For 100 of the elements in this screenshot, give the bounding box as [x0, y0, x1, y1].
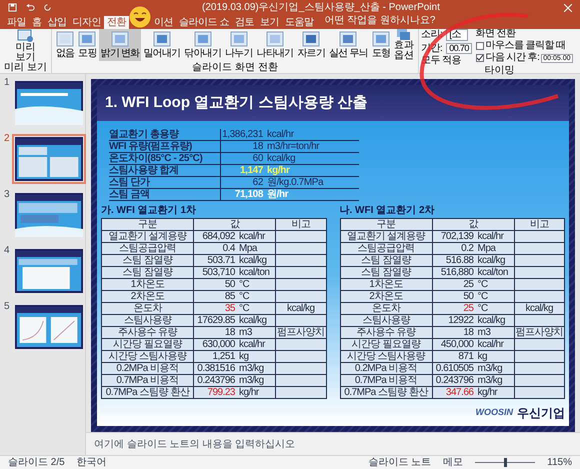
slide-counter: 슬라이드 2/5 [8, 458, 65, 468]
slide-thumbnail[interactable] [12, 134, 86, 184]
table-cell: 스팀공급압력 [102, 242, 194, 254]
transition-item[interactable]: 없음 [54, 29, 76, 61]
transition-item[interactable]: 모핑 [76, 29, 99, 61]
summary-value: 18 [252, 142, 263, 152]
summary-unit: 원/kg.0.7MPa [267, 178, 324, 188]
table-cell: 시간당 필요열량 [102, 338, 194, 350]
summary-label: 스팀 단가 [109, 178, 150, 188]
slide-number: 3 [4, 190, 10, 202]
transition-item[interactable]: 나누기 [223, 29, 255, 61]
table-cell: 펌프사양치 [276, 326, 326, 338]
notes-pane[interactable]: 여기에 슬라이드 노트의 내용을 입력하십시오 [86, 432, 580, 455]
column-header: 구분 [340, 218, 432, 230]
table-unit: °C [239, 304, 250, 314]
table-value: 50 [462, 292, 474, 302]
transition-item[interactable]: 자르기 [295, 29, 328, 61]
table-unit: Mpa [239, 244, 257, 254]
table-value: 12922 [447, 316, 474, 326]
transition-preview-icon [339, 31, 358, 47]
window-title: (2019.03.09)우신기업_스팀사용량_산출 - PowerPoint [202, 2, 440, 12]
column-header: 값 [194, 218, 276, 230]
undo-icon[interactable] [25, 3, 35, 12]
transition-item[interactable]: 실선 무늬 [327, 29, 370, 61]
effect-options-button[interactable]: 효과 옵션 [392, 29, 416, 61]
ribbon-tab[interactable]: 이션 [151, 16, 176, 29]
transition-item[interactable]: 도형 [370, 29, 392, 61]
notes-button[interactable]: 슬라이드 노트 [368, 458, 432, 468]
table-value: 347.66 [444, 388, 474, 398]
table-cell: 0.7MPa 스팀량 환산 [340, 386, 432, 398]
table-value: 0.381516 [196, 364, 235, 374]
redo-icon[interactable] [43, 3, 52, 12]
table-unit: m3/kg [478, 364, 502, 374]
ribbon-tab[interactable]: 전환 [104, 16, 129, 29]
sound-dropdown[interactable]: [소 [446, 29, 468, 41]
table-value: 0.610505 [434, 364, 474, 374]
table-value: 25 [462, 304, 474, 314]
table-unit: m3/kg [239, 364, 264, 374]
ribbon-tab[interactable]: 파일 [4, 16, 29, 29]
ribbon-tab[interactable]: 슬라이드 쇼 [176, 16, 232, 29]
column-header: 비고 [276, 218, 326, 230]
column-header: 비고 [514, 218, 564, 230]
checkbox[interactable] [476, 54, 484, 62]
duration-field[interactable]: 00.70 [446, 43, 472, 54]
transition-preview-icon [194, 31, 212, 47]
checkbox-label: 다음 시간 후: [486, 53, 540, 63]
table-unit: m3/kg [239, 376, 264, 386]
ribbon-tab[interactable]: 보기 [256, 16, 282, 29]
table-cell: 2차온도 [102, 290, 194, 302]
table-value: 450,000 [440, 340, 474, 350]
transition-item[interactable]: 나타내기 [254, 29, 296, 61]
table-cell: 2차온도 [340, 290, 432, 302]
slide-number: 4 [4, 246, 10, 258]
table-cell: 0.2MPa 비용적 [340, 362, 432, 374]
table-value: 35 [224, 304, 235, 314]
table-unit: m3 [239, 328, 252, 338]
table-unit: kcal/kg [239, 316, 267, 326]
emoji-sticker-icon [129, 6, 151, 28]
summary-value: 60 [252, 154, 263, 164]
ribbon-tab[interactable]: 검토 [232, 16, 257, 29]
table-value: 516,880 [440, 268, 474, 278]
table-unit: kcal/hr [239, 340, 265, 350]
table-cell: 스팀사용량 [340, 314, 432, 326]
table-unit: kg [478, 352, 488, 362]
table-unit: kg/hr [478, 388, 498, 398]
preview-button[interactable]: 미리 보기 [12, 29, 38, 63]
summary-label: 스팀 금액 [109, 190, 150, 200]
transition-item[interactable]: 닦아내기 [182, 29, 223, 61]
table-unit: kcal/kg [478, 256, 506, 266]
column-header: 값 [432, 218, 514, 230]
ribbon-tab[interactable]: 홈 [29, 16, 44, 29]
close-icon[interactable] [564, 4, 572, 12]
checkbox[interactable] [476, 42, 484, 50]
table-unit: °C [239, 280, 250, 290]
table-cell: 스팀 잠열량 [102, 266, 194, 278]
table-cell: 시간당 스팀사용량 [340, 350, 432, 362]
table-cell: 열교환기 설계용량 [102, 230, 194, 242]
transition-item[interactable]: 밝기 변화 [98, 29, 142, 61]
comments-button[interactable]: 메모 [443, 458, 464, 468]
summary-value: 1,147 [238, 166, 263, 176]
summary-label: 열교환기 총용량 [109, 130, 179, 140]
summary-value: 71,108 [234, 190, 263, 200]
table-unit: kg [239, 352, 249, 362]
table-cell: 스팀 잠열량 [102, 254, 194, 266]
table-value: 630,000 [201, 340, 235, 350]
zoom-level: 115% [547, 458, 572, 468]
summary-unit: kg/hr [267, 166, 290, 176]
table-value: 50 [224, 280, 235, 290]
table-cell: kcal/kg [276, 302, 326, 314]
group-label: 슬라이드 화면 전환 [192, 63, 278, 73]
logo-name: 우신기업 [517, 405, 565, 422]
ribbon-tab[interactable]: 도움말 [282, 16, 316, 29]
tell-me-field[interactable]: 어떤 작업을 원하시나요? [324, 16, 436, 29]
transition-item[interactable]: 밀어내기 [141, 29, 182, 61]
ribbon-tab[interactable]: 디자인 [70, 16, 104, 29]
ribbon-tab[interactable]: 삽입 [44, 16, 70, 29]
zoom-thumb[interactable] [504, 458, 507, 467]
summary-unit: kcal/kg [267, 154, 296, 164]
save-icon[interactable] [8, 3, 17, 12]
table-value: 0.243796 [434, 376, 474, 386]
